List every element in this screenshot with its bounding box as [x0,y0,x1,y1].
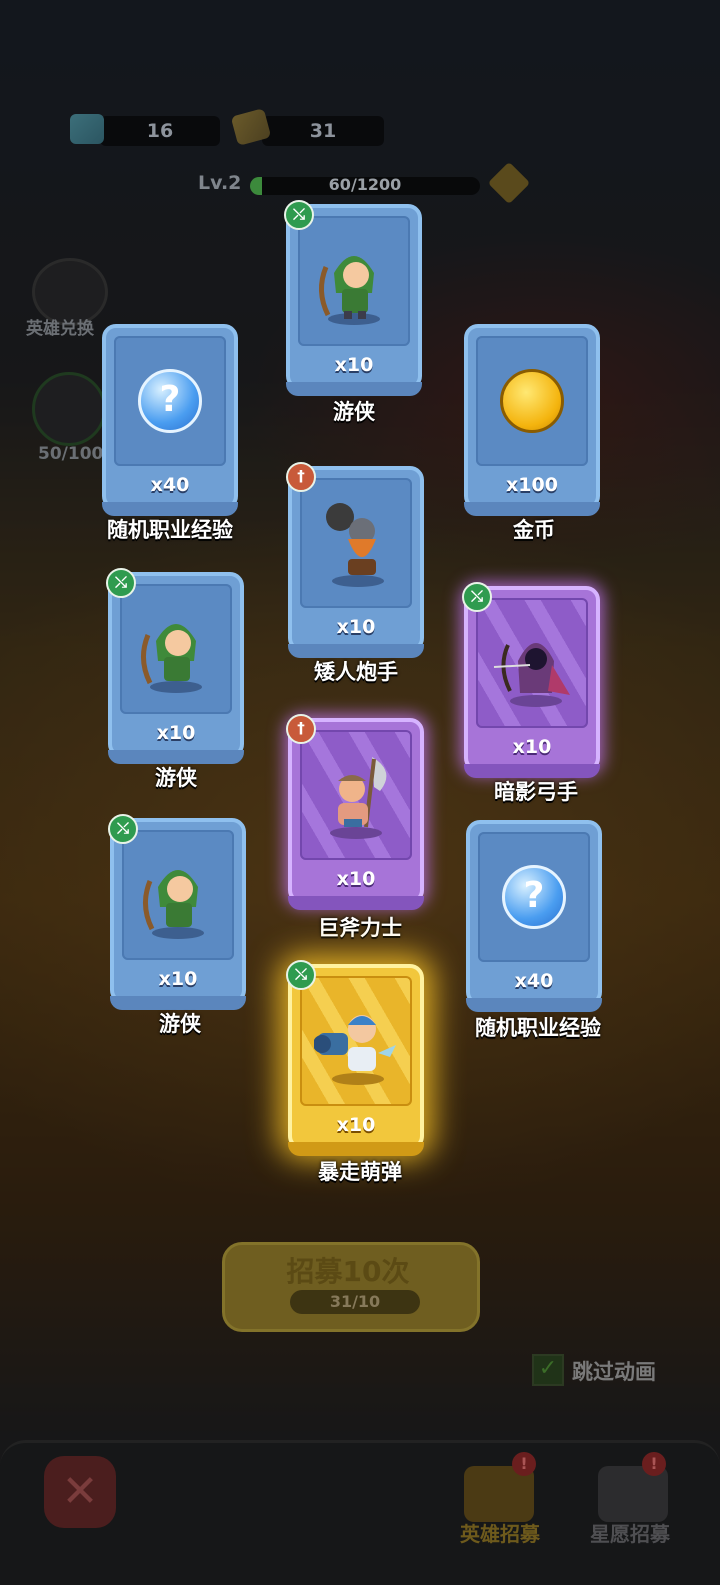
question-orb-icon: ? [138,369,202,433]
reward-card-gold-coins[interactable]: x100 [464,324,600,516]
reward-card-random-class-xp-2[interactable]: ? x40 [466,820,602,1012]
skip-animation-checkbox[interactable]: ✓ [532,1354,564,1386]
card-quantity: x100 [506,474,558,496]
reward-card-rampage-bomber[interactable]: ⤯ x10 [286,960,424,1156]
card-art-panel: ? [478,832,590,962]
star-progress-icon[interactable] [32,372,106,446]
recruit-ticket-cost: 31/10 [290,1290,420,1314]
card-name: 暴走萌弹 [318,1160,402,1184]
card-quantity: x10 [156,722,196,744]
ranger-hero-icon [143,870,204,939]
card-name: 游侠 [155,766,197,790]
card-art-panel [298,216,410,346]
warrior-class-badge-icon: † [286,714,316,744]
star-progress-label: 50/100 [38,444,104,464]
card-art-panel [476,598,588,728]
card-art-panel [122,830,234,960]
reward-card-giant-axe-warrior[interactable]: † x10 [286,714,424,910]
card-art-panel [120,584,232,714]
card-quantity: x40 [150,474,190,496]
card-quantity: x10 [336,1114,376,1136]
xp-text: 60/1200 [328,175,402,194]
card-name: 游侠 [333,400,375,424]
gem-count: 16 [146,120,174,142]
card-art-panel [300,730,412,860]
reward-card-ranger-1[interactable]: ⤯ x10 [284,200,422,396]
archer-class-badge-icon: ⤯ [106,568,136,598]
card-quantity: x10 [336,868,376,890]
card-quantity: x10 [158,968,198,990]
reward-card-random-class-xp-1[interactable]: ? x40 [102,324,238,516]
reward-card-dwarf-gunner[interactable]: † x10 [286,462,424,658]
rampage-bomber-hero-icon [314,1015,396,1085]
gem-counter: 16 [100,116,220,146]
card-art-panel [300,478,412,608]
archer-class-badge-icon: ⤯ [286,960,316,990]
gem-icon[interactable] [70,114,104,144]
card-art-panel [300,976,412,1106]
ticket-counter: 31 [262,116,384,146]
card-edge [466,998,602,1012]
question-orb-icon: ? [502,865,566,929]
shadow-archer-hero-icon [493,643,570,707]
tab-hero-recruit[interactable]: 英雄招募 [440,1518,560,1547]
ranger-hero-icon [141,624,202,693]
reward-card-ranger-2[interactable]: ⤯ x10 [106,568,244,764]
gold-coin-icon [500,369,564,433]
card-quantity: x40 [514,970,554,992]
card-name: 游侠 [159,1012,201,1036]
skip-animation-label: 跳过动画 [572,1360,656,1384]
dwarf-gunner-hero-icon [326,503,384,587]
card-name: 巨斧力士 [318,916,402,940]
card-name: 随机职业经验 [475,1016,601,1040]
archer-class-badge-icon: ⤯ [462,582,492,612]
card-name: 金币 [513,518,555,542]
card-quantity: x10 [512,736,552,758]
star-recruit-alert-icon: ! [642,1452,666,1476]
archer-class-badge-icon: ⤯ [108,814,138,844]
card-edge [288,1142,424,1156]
axe-warrior-hero-icon [330,757,387,839]
level-label: Lv.2 [198,172,242,194]
card-name: 暗影弓手 [494,780,578,804]
card-edge [288,896,424,910]
reward-card-ranger-3[interactable]: ⤯ x10 [108,814,246,1010]
card-art-panel [476,336,588,466]
card-quantity: x10 [336,616,376,638]
ticket-count: 31 [309,120,337,142]
recruit-10x-label: 招募10次 [286,1255,410,1288]
tab-star-recruit[interactable]: 星愿招募 [570,1518,690,1547]
ranger-hero-icon [319,256,380,325]
archer-class-badge-icon: ⤯ [284,200,314,230]
hero-exchange-label: 英雄兑换 [26,319,94,339]
hero-recruit-alert-icon: ! [512,1452,536,1476]
reward-card-shadow-archer[interactable]: ⤯ x10 [462,582,600,778]
card-name: 随机职业经验 [107,518,233,542]
card-quantity: x10 [334,354,374,376]
card-name: 矮人炮手 [314,660,398,684]
close-icon[interactable]: ✕ [44,1456,116,1528]
card-art-panel: ? [114,336,226,466]
warrior-class-badge-icon: † [286,462,316,492]
card-edge [286,382,422,396]
